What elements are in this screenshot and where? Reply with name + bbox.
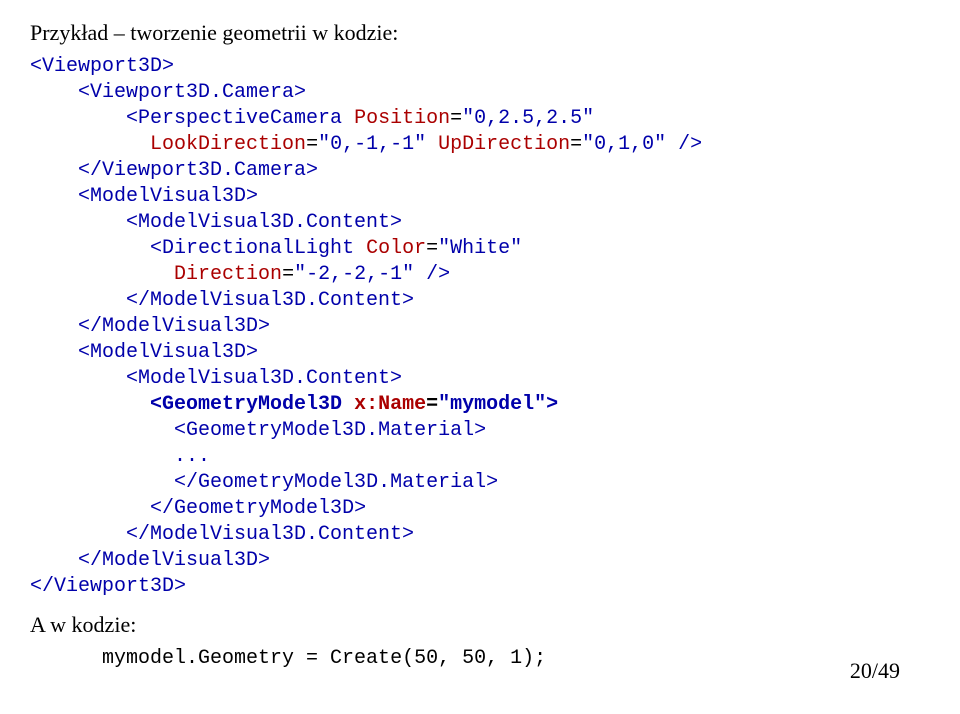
- section-heading: Przykład – tworzenie geometrii w kodzie:: [30, 20, 930, 46]
- page-number: 20/49: [850, 658, 900, 684]
- section-subheading: A w kodzie:: [30, 612, 930, 638]
- code-block: <Viewport3D> <Viewport3D.Camera> <Perspe…: [30, 54, 930, 600]
- inline-code-block: mymodel.Geometry = Create(50, 50, 1);: [30, 646, 930, 672]
